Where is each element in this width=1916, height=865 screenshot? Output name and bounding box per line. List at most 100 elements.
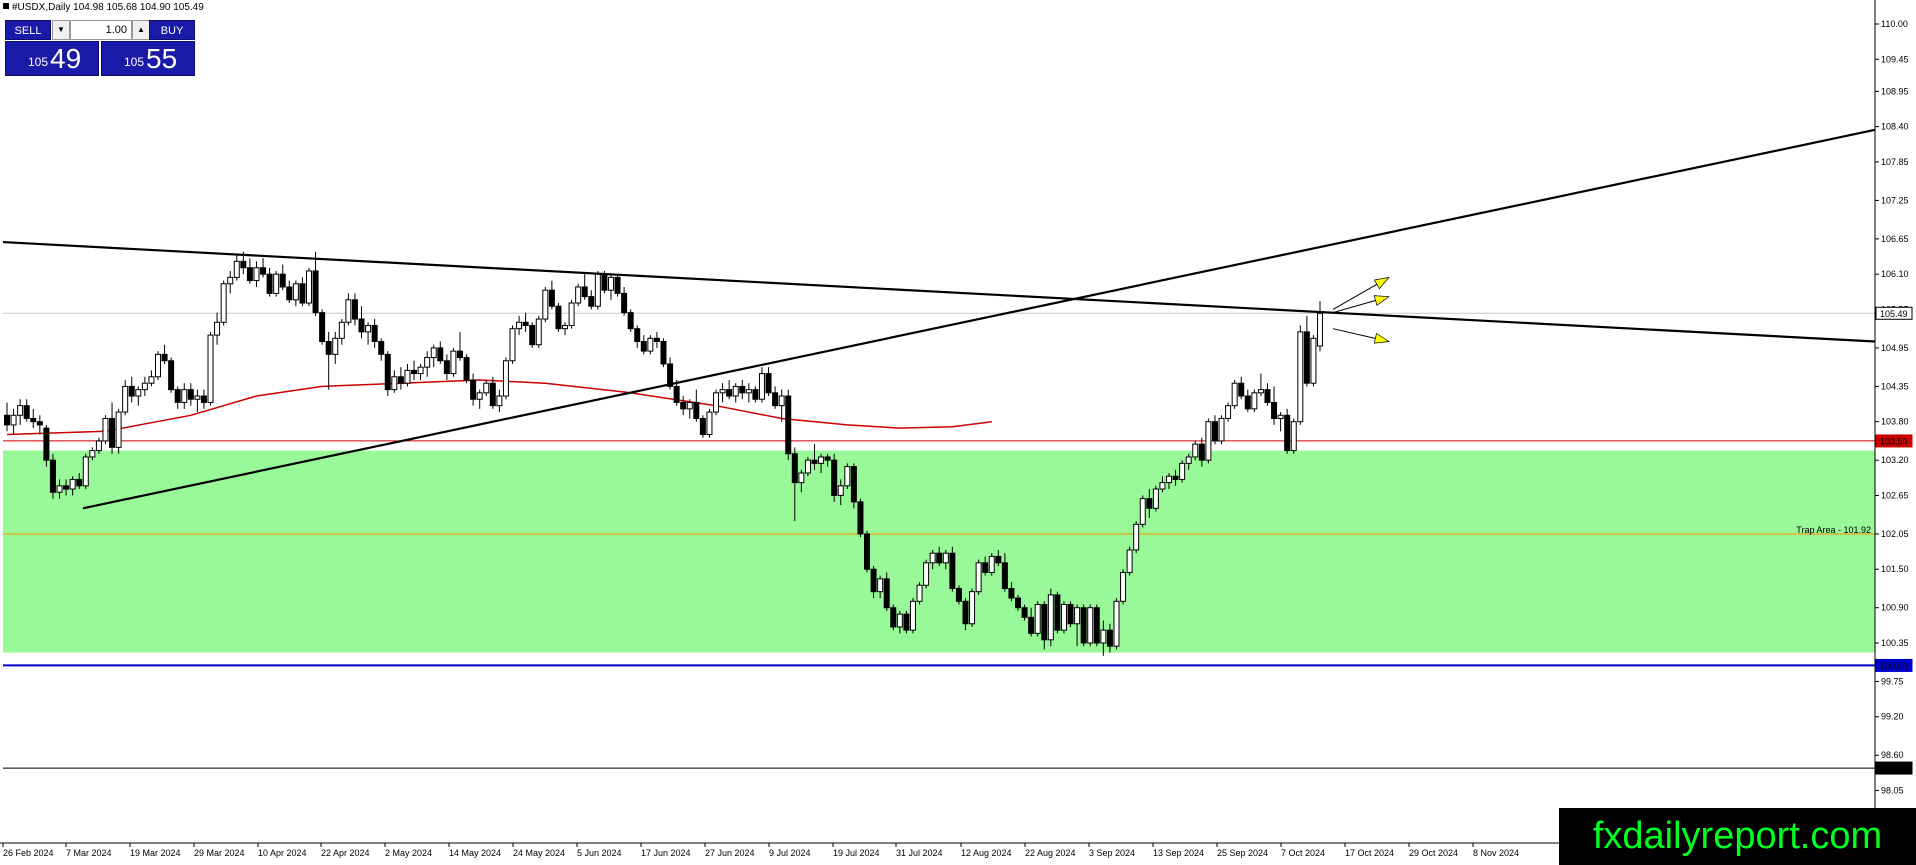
candle-bullish [332,337,339,355]
time-tick-label: 2 May 2024 [385,848,432,858]
candle-bearish [1080,607,1087,644]
time-tick-label: 22 Apr 2024 [321,848,370,858]
candle-bearish [378,341,385,355]
candle-bullish [1310,337,1317,384]
buy-price-pips: 55 [146,43,178,74]
time-tick-label: 17 Oct 2024 [1345,848,1394,858]
candle-bearish [785,395,792,455]
candle-bearish [726,389,733,397]
candle-bearish [680,401,687,410]
price-labels: 105.49 103.50 100.00 98.40 [1875,306,1913,775]
sell-button[interactable]: SELL [5,20,51,40]
one-click-trading-panel: SELL ▼ 1.00 ▲ BUY 105 49 105 55 [5,20,195,76]
candle-bearish [358,318,365,333]
time-tick-label: 29 Oct 2024 [1409,848,1458,858]
price-label-text: 98.40 [1880,764,1903,774]
candle-bullish [391,376,398,391]
candle-bullish [923,562,930,586]
candle-bearish [1303,331,1310,384]
candle-bearish [640,341,647,352]
price-tick-label: 102.05 [1881,529,1909,539]
trap-area-label: Trap Area - 101.92 [1796,525,1871,535]
price-tick-label: 103.20 [1881,455,1909,465]
time-tick-label: 13 Sep 2024 [1153,848,1204,858]
candle-bullish [496,395,503,407]
candle-bearish [351,299,358,320]
candle-bearish [621,292,628,314]
candle-bearish [831,459,838,496]
candle-bearish [627,312,634,330]
sell-price-pips: 49 [50,43,82,74]
candle-bullish [1120,571,1127,602]
buy-button[interactable]: BUY [149,20,195,40]
time-tick-label: 19 Jul 2024 [833,848,880,858]
candle-bearish [325,341,332,355]
sell-price-box[interactable]: 105 49 [5,41,99,76]
time-tick-label: 22 Aug 2024 [1025,848,1076,858]
candle-bearish [791,453,798,484]
candle-bearish [653,337,660,343]
candle-bearish [883,578,890,609]
candle-bullish [575,286,582,304]
candle-bullish [292,283,299,301]
candle-bullish [214,321,221,336]
candle-bullish [844,466,851,487]
candle-bearish [660,341,667,365]
candle-bearish [200,395,207,403]
time-tick-label: 19 Mar 2024 [130,848,181,858]
candle-bullish [719,389,726,394]
candle-bearish [850,466,857,503]
candle-bullish [1277,414,1284,419]
candle-bearish [1021,607,1028,618]
price-tick-label: 102.65 [1881,490,1909,500]
price-tick-label: 101.50 [1881,564,1909,574]
candle-bullish [424,357,431,368]
price-tick-label: 100.35 [1881,638,1909,648]
lot-dropdown-icon[interactable]: ▼ [52,20,70,40]
candle-bearish [1172,475,1179,480]
lot-size-input[interactable]: 1.00 [70,20,132,40]
price-tick-label: 106.65 [1881,234,1909,244]
candle-bullish [476,392,483,400]
candle-bullish [1218,417,1225,442]
candle-bearish [1211,421,1218,442]
price-tick-label: 98.60 [1881,750,1904,760]
candle-bearish [1054,594,1061,631]
price-tick-label: 103.80 [1881,417,1909,427]
candle-bearish [982,562,989,573]
candle-bullish [483,382,490,394]
candle-bullish [1297,331,1304,423]
candle-bullish [778,395,785,407]
candle-bullish [1179,462,1186,480]
candle-bullish [568,302,575,326]
candle-bullish [732,385,739,397]
candle-bullish [647,337,654,352]
candle-bullish [82,456,89,487]
price-label-text: 100.00 [1880,661,1908,671]
candle-bullish [1290,421,1297,452]
price-tick-label: 108.95 [1881,86,1909,96]
candle-bullish [877,578,884,593]
candle-bullish [562,324,569,330]
candle-bearish [529,324,536,346]
candle-bullish [141,382,148,391]
candle-bullish [1192,443,1199,458]
candle-bearish [1041,603,1048,641]
lot-increase-icon[interactable]: ▲ [132,20,150,40]
time-axis: 26 Feb 2024 7 Mar 2024 19 Mar 2024 29 Mar 2… [2,843,1519,858]
candle-bearish [857,501,864,535]
time-tick-label: 7 Oct 2024 [1281,848,1325,858]
buy-price-box[interactable]: 105 55 [101,41,195,76]
time-tick-label: 12 Aug 2024 [961,848,1012,858]
candle-bullish [102,417,109,442]
candle-bearish [864,533,871,570]
candle-bearish [962,600,969,625]
price-tick-label: 98.05 [1881,786,1904,796]
candle-bearish [581,286,588,298]
candle-bullish [273,273,280,294]
symbol-menu-icon[interactable] [3,3,9,9]
candle-bullish [10,414,17,426]
chart-title: #USDX,Daily 104.98 105.68 104.90 105.49 [3,2,204,13]
candle-bearish [128,385,135,397]
candle-bullish [1257,389,1264,394]
